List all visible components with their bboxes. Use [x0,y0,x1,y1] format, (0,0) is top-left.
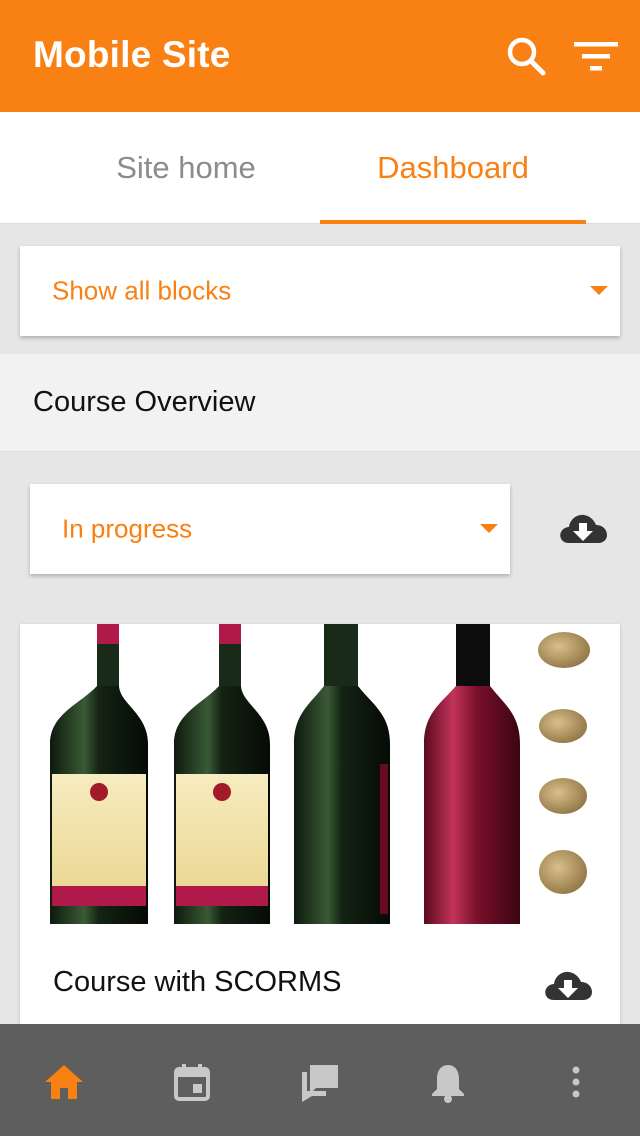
active-tab-indicator [320,220,586,224]
download-all-button[interactable] [555,505,611,553]
course-filter-label: In progress [62,513,193,544]
messages-icon [302,1065,338,1102]
filter-icon [574,42,618,71]
home-icon [45,1065,83,1099]
notifications-icon [432,1065,464,1103]
cloud-download-icon [545,971,592,1000]
tab-bar: Site home Dashboard [0,112,640,224]
nav-calendar[interactable] [164,1054,220,1110]
chevron-down-icon [480,524,498,533]
nav-notifications[interactable] [420,1054,476,1110]
tab-dashboard[interactable]: Dashboard [320,112,586,224]
tab-site-home[interactable]: Site home [53,112,319,224]
course-name: Course with SCORMS [53,966,342,998]
search-icon [507,37,546,76]
nav-messages[interactable] [292,1054,348,1110]
blocks-select[interactable]: Show all blocks [20,246,620,336]
nav-home[interactable] [36,1054,92,1110]
wine-bottles-illustration [50,624,590,924]
chevron-down-icon [590,286,608,295]
course-image [20,624,620,924]
more-icon [572,1066,580,1098]
course-download-button[interactable] [540,962,596,1010]
blocks-select-label: Show all blocks [52,275,232,306]
course-card[interactable]: Course with SCORMS [20,624,620,1044]
app-header: Mobile Site [0,0,640,112]
calendar-icon [174,1064,210,1101]
course-overview-title: Course Overview [33,386,256,418]
site-title: Mobile Site [33,34,231,75]
search-button[interactable] [502,32,550,80]
nav-more[interactable] [548,1054,604,1110]
filter-button[interactable] [572,32,620,80]
course-filter-select[interactable]: In progress [30,484,510,574]
cloud-download-icon [560,514,607,543]
course-overview-header: Course Overview [0,354,640,452]
tab-site-home-label: Site home [116,150,256,185]
bottom-nav [0,1024,640,1136]
tab-dashboard-label: Dashboard [377,150,529,185]
